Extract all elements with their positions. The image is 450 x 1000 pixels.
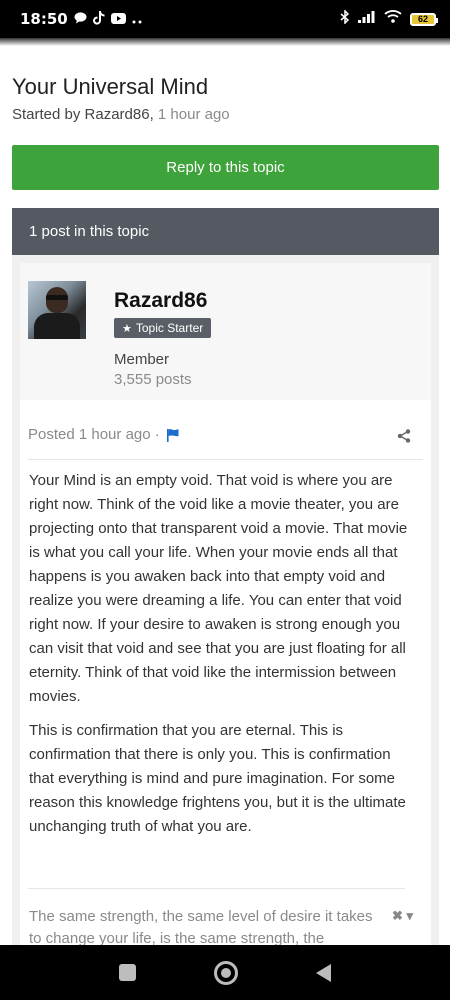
wifi-icon xyxy=(384,10,402,28)
author-name[interactable]: Razard86 xyxy=(114,289,207,313)
topic-starter-badge: ★ Topic Starter xyxy=(114,318,212,338)
topic-started-by[interactable]: Started by Razard86, xyxy=(12,106,158,123)
flag-icon[interactable] xyxy=(166,428,180,442)
post-body: Your Mind is an empty void. That void is… xyxy=(29,469,419,849)
recent-apps-button[interactable] xyxy=(119,964,136,981)
member-rank: Member xyxy=(114,351,170,368)
back-button[interactable] xyxy=(316,963,331,982)
status-time: 18:50 xyxy=(20,10,68,28)
post-container: Razard86 ★ Topic Starter Member 3,555 po… xyxy=(12,255,439,963)
reply-to-topic-button[interactable]: Reply to this topic xyxy=(12,145,439,190)
avatar[interactable] xyxy=(28,281,86,339)
post-paragraph: Your Mind is an empty void. That void is… xyxy=(29,472,408,705)
member-post-count: 3,555 posts xyxy=(114,371,192,388)
signature-divider xyxy=(28,888,405,889)
signal-icon xyxy=(358,10,376,28)
youtube-icon xyxy=(110,12,126,26)
status-right-icons: 62 xyxy=(340,8,438,29)
hide-signature-icon[interactable]: ✖ ▾ xyxy=(392,908,413,924)
chat-bubble-icon xyxy=(74,12,87,26)
header-shadow xyxy=(0,38,450,46)
navigation-bar xyxy=(0,945,450,1000)
more-dots-icon xyxy=(132,13,144,26)
badge-label: Topic Starter xyxy=(135,321,204,335)
bluetooth-icon xyxy=(340,8,350,29)
status-bar: 18:50 62 xyxy=(0,0,450,38)
author-panel: Razard86 ★ Topic Starter Member 3,555 po… xyxy=(20,263,431,400)
star-icon: ★ xyxy=(122,322,132,335)
posted-line: Posted 1 hour ago · xyxy=(28,426,180,443)
share-icon[interactable] xyxy=(397,429,411,443)
post-paragraph: This is confirmation that you are eterna… xyxy=(29,722,406,835)
post-card: Razard86 ★ Topic Starter Member 3,555 po… xyxy=(20,263,431,963)
divider xyxy=(28,459,423,460)
posted-timestamp[interactable]: Posted 1 hour ago · xyxy=(28,426,160,443)
tiktok-icon xyxy=(92,11,105,27)
battery-icon: 62 xyxy=(410,12,438,26)
topic-title: Your Universal Mind xyxy=(12,74,209,99)
home-button[interactable] xyxy=(214,960,238,985)
posts-count-header: 1 post in this topic xyxy=(12,208,439,255)
topic-meta: Started by Razard86, 1 hour ago xyxy=(12,106,230,123)
signature-text: The same strength, the same level of des… xyxy=(29,908,373,947)
topic-started-time: 1 hour ago xyxy=(157,106,230,123)
